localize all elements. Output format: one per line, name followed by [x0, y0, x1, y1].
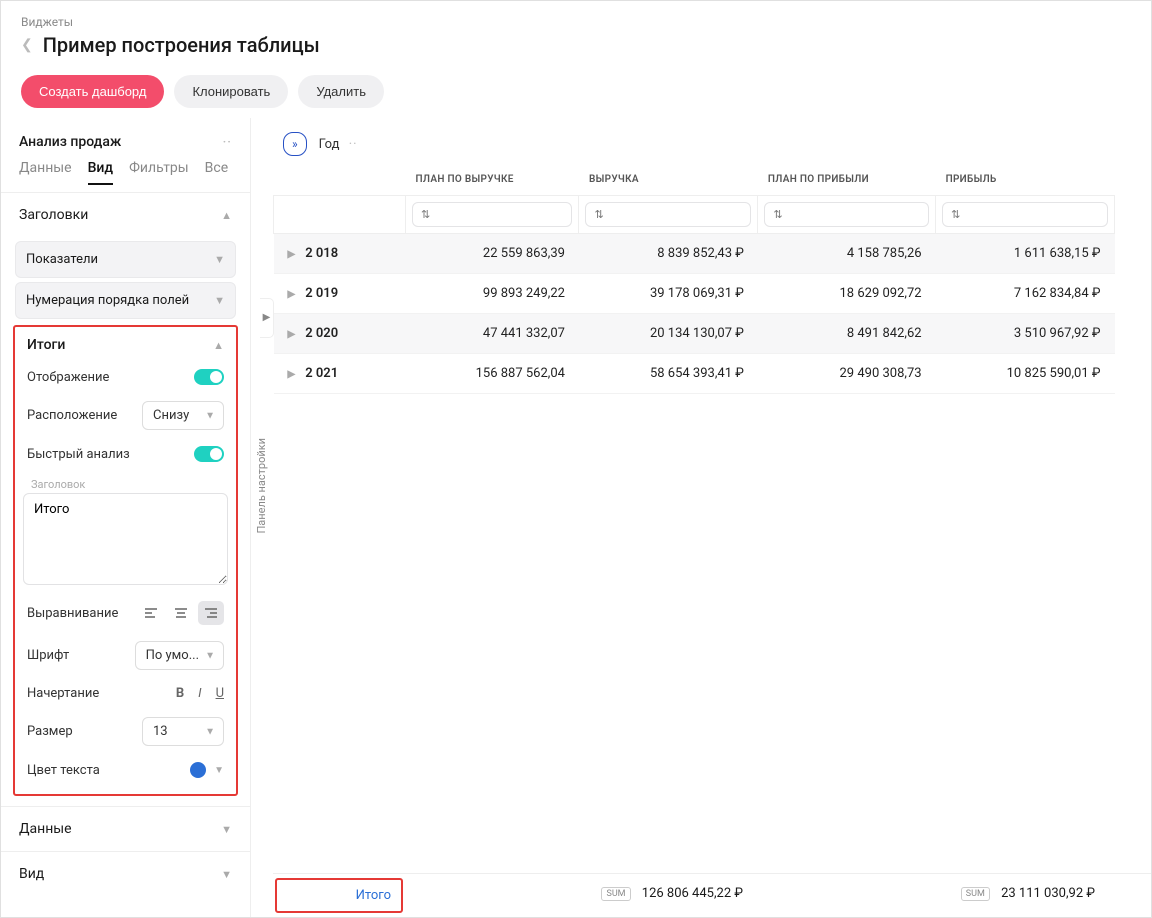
- section-numbering[interactable]: Нумерация порядка полей ▼: [15, 282, 236, 319]
- create-dashboard-button[interactable]: Создать дашборд: [21, 75, 164, 108]
- prop-quick-label: Быстрый анализ: [27, 447, 130, 462]
- expand-row-icon[interactable]: ▶: [288, 369, 296, 380]
- cell-revenue: 58 654 393,41 ₽: [579, 354, 758, 394]
- section-totals[interactable]: Итоги: [27, 337, 65, 353]
- tab-data[interactable]: Данные: [19, 160, 72, 184]
- col-profit[interactable]: ПРИБЫЛЬ: [936, 166, 1115, 196]
- table-row[interactable]: ▶2 01822 559 863,398 839 852,43 ₽4 158 7…: [274, 234, 1115, 274]
- footer-profit-total: 23 111 030,92 ₽: [1001, 886, 1095, 901]
- sum-badge-icon: SUM: [961, 887, 990, 901]
- prop-textcolor-label: Цвет текста: [27, 763, 100, 778]
- text-color-swatch[interactable]: [190, 762, 206, 778]
- footer-revenue-total: 126 806 445,22 ₽: [642, 886, 743, 901]
- tab-filters[interactable]: Фильтры: [129, 160, 189, 184]
- expand-row-icon[interactable]: ▶: [288, 329, 296, 340]
- cell-revenue: 20 134 130,07 ₽: [579, 314, 758, 354]
- cell-profit: 10 825 590,01 ₽: [936, 354, 1115, 394]
- prop-font-label: Шрифт: [27, 648, 69, 663]
- align-left-button[interactable]: [138, 601, 164, 625]
- prop-align-label: Выравнивание: [27, 606, 118, 621]
- size-select[interactable]: 13 ▼: [142, 717, 224, 746]
- data-table: ПЛАН ПО ВЫРУЧКЕ ВЫРУЧКА ПЛАН ПО ПРИБЫЛИ …: [273, 166, 1115, 394]
- cell-plan-profit: 29 490 308,73: [758, 354, 936, 394]
- cell-plan-profit: 8 491 842,62: [758, 314, 936, 354]
- section-data[interactable]: Данные ▼: [1, 806, 250, 851]
- col-revenue[interactable]: ВЫРУЧКА: [579, 166, 758, 196]
- cell-plan-revenue: 156 887 562,04: [406, 354, 579, 394]
- table-row[interactable]: ▶2 02047 441 332,0720 134 130,07 ₽8 491 …: [274, 314, 1115, 354]
- dimension-menu-icon[interactable]: ··: [349, 137, 358, 152]
- align-right-button[interactable]: [198, 601, 224, 625]
- chevron-down-icon: ▼: [221, 868, 232, 881]
- bold-button[interactable]: B: [176, 686, 184, 701]
- filter-plan-profit[interactable]: ⇅: [764, 202, 929, 227]
- cell-profit: 3 510 967,92 ₽: [936, 314, 1115, 354]
- chevron-down-icon: ▼: [221, 823, 232, 836]
- breadcrumb[interactable]: Виджеты: [21, 15, 1131, 29]
- chevron-up-icon: ▲: [221, 209, 232, 222]
- heading-input[interactable]: [23, 493, 228, 585]
- heading-label: Заголовок: [23, 474, 228, 493]
- page-title: Пример построения таблицы: [43, 33, 320, 57]
- font-select[interactable]: По умо... ▼: [135, 641, 224, 670]
- chevron-down-icon: ▼: [205, 650, 215, 661]
- filter-plan-revenue[interactable]: ⇅: [412, 202, 572, 227]
- prop-display-label: Отображение: [27, 370, 109, 385]
- expand-all-button[interactable]: »: [283, 132, 307, 156]
- expand-row-icon[interactable]: ▶: [288, 249, 296, 260]
- filter-profit[interactable]: ⇅: [942, 202, 1108, 227]
- quick-toggle[interactable]: [194, 446, 224, 462]
- cell-plan-revenue: 99 893 249,22: [406, 274, 579, 314]
- totals-label: Итого: [275, 878, 403, 913]
- collapse-sidebar-button[interactable]: ▶: [260, 298, 274, 338]
- italic-button[interactable]: I: [198, 686, 201, 701]
- dimension-label[interactable]: Год: [319, 137, 340, 152]
- cell-plan-profit: 4 158 785,26: [758, 234, 936, 274]
- cell-revenue: 39 178 069,31 ₽: [579, 274, 758, 314]
- position-select[interactable]: Снизу ▼: [142, 401, 224, 430]
- chevron-down-icon: ▼: [214, 253, 225, 266]
- cell-profit: 7 162 834,84 ₽: [936, 274, 1115, 314]
- chevron-down-icon[interactable]: ▼: [214, 765, 224, 776]
- sidebar-collapse-label: Панель настройки: [255, 438, 268, 534]
- back-icon[interactable]: ❮: [21, 37, 33, 53]
- underline-button[interactable]: U: [216, 686, 224, 701]
- delete-button[interactable]: Удалить: [298, 75, 384, 108]
- col-plan-profit[interactable]: ПЛАН ПО ПРИБЫЛИ: [758, 166, 936, 196]
- clone-button[interactable]: Клонировать: [174, 75, 288, 108]
- cell-revenue: 8 839 852,43 ₽: [579, 234, 758, 274]
- section-view2[interactable]: Вид ▼: [1, 851, 250, 896]
- totals-panel: Итоги ▲ Отображение Расположение Снизу ▼: [13, 325, 238, 796]
- display-toggle[interactable]: [194, 369, 224, 385]
- cell-profit: 1 611 638,15 ₽: [936, 234, 1115, 274]
- chevron-down-icon: ▼: [205, 726, 215, 737]
- cell-plan-revenue: 47 441 332,07: [406, 314, 579, 354]
- section-headers[interactable]: Заголовки ▲: [1, 193, 250, 237]
- chevron-down-icon: ▼: [214, 294, 225, 307]
- filter-revenue[interactable]: ⇅: [585, 202, 751, 227]
- prop-size-label: Размер: [27, 724, 73, 739]
- align-center-button[interactable]: [168, 601, 194, 625]
- table-row[interactable]: ▶2 021156 887 562,0458 654 393,41 ₽29 49…: [274, 354, 1115, 394]
- cell-plan-profit: 18 629 092,72: [758, 274, 936, 314]
- sidebar-menu-icon[interactable]: ··: [223, 135, 232, 150]
- prop-face-label: Начертание: [27, 686, 99, 701]
- table-row[interactable]: ▶2 01999 893 249,2239 178 069,31 ₽18 629…: [274, 274, 1115, 314]
- prop-position-label: Расположение: [27, 408, 117, 423]
- col-plan-revenue[interactable]: ПЛАН ПО ВЫРУЧКЕ: [406, 166, 579, 196]
- sum-badge-icon: SUM: [601, 887, 630, 901]
- cell-plan-revenue: 22 559 863,39: [406, 234, 579, 274]
- expand-row-icon[interactable]: ▶: [288, 289, 296, 300]
- sidebar-title: Анализ продаж: [19, 134, 121, 150]
- section-measures[interactable]: Показатели ▼: [15, 241, 236, 278]
- tab-all[interactable]: Все: [205, 160, 228, 184]
- chevron-down-icon: ▼: [205, 410, 215, 421]
- totals-footer: Итого SUM 126 806 445,22 ₽ SUM 23 111 03…: [273, 873, 1151, 917]
- tab-view[interactable]: Вид: [88, 160, 114, 184]
- chevron-up-icon[interactable]: ▲: [213, 339, 224, 352]
